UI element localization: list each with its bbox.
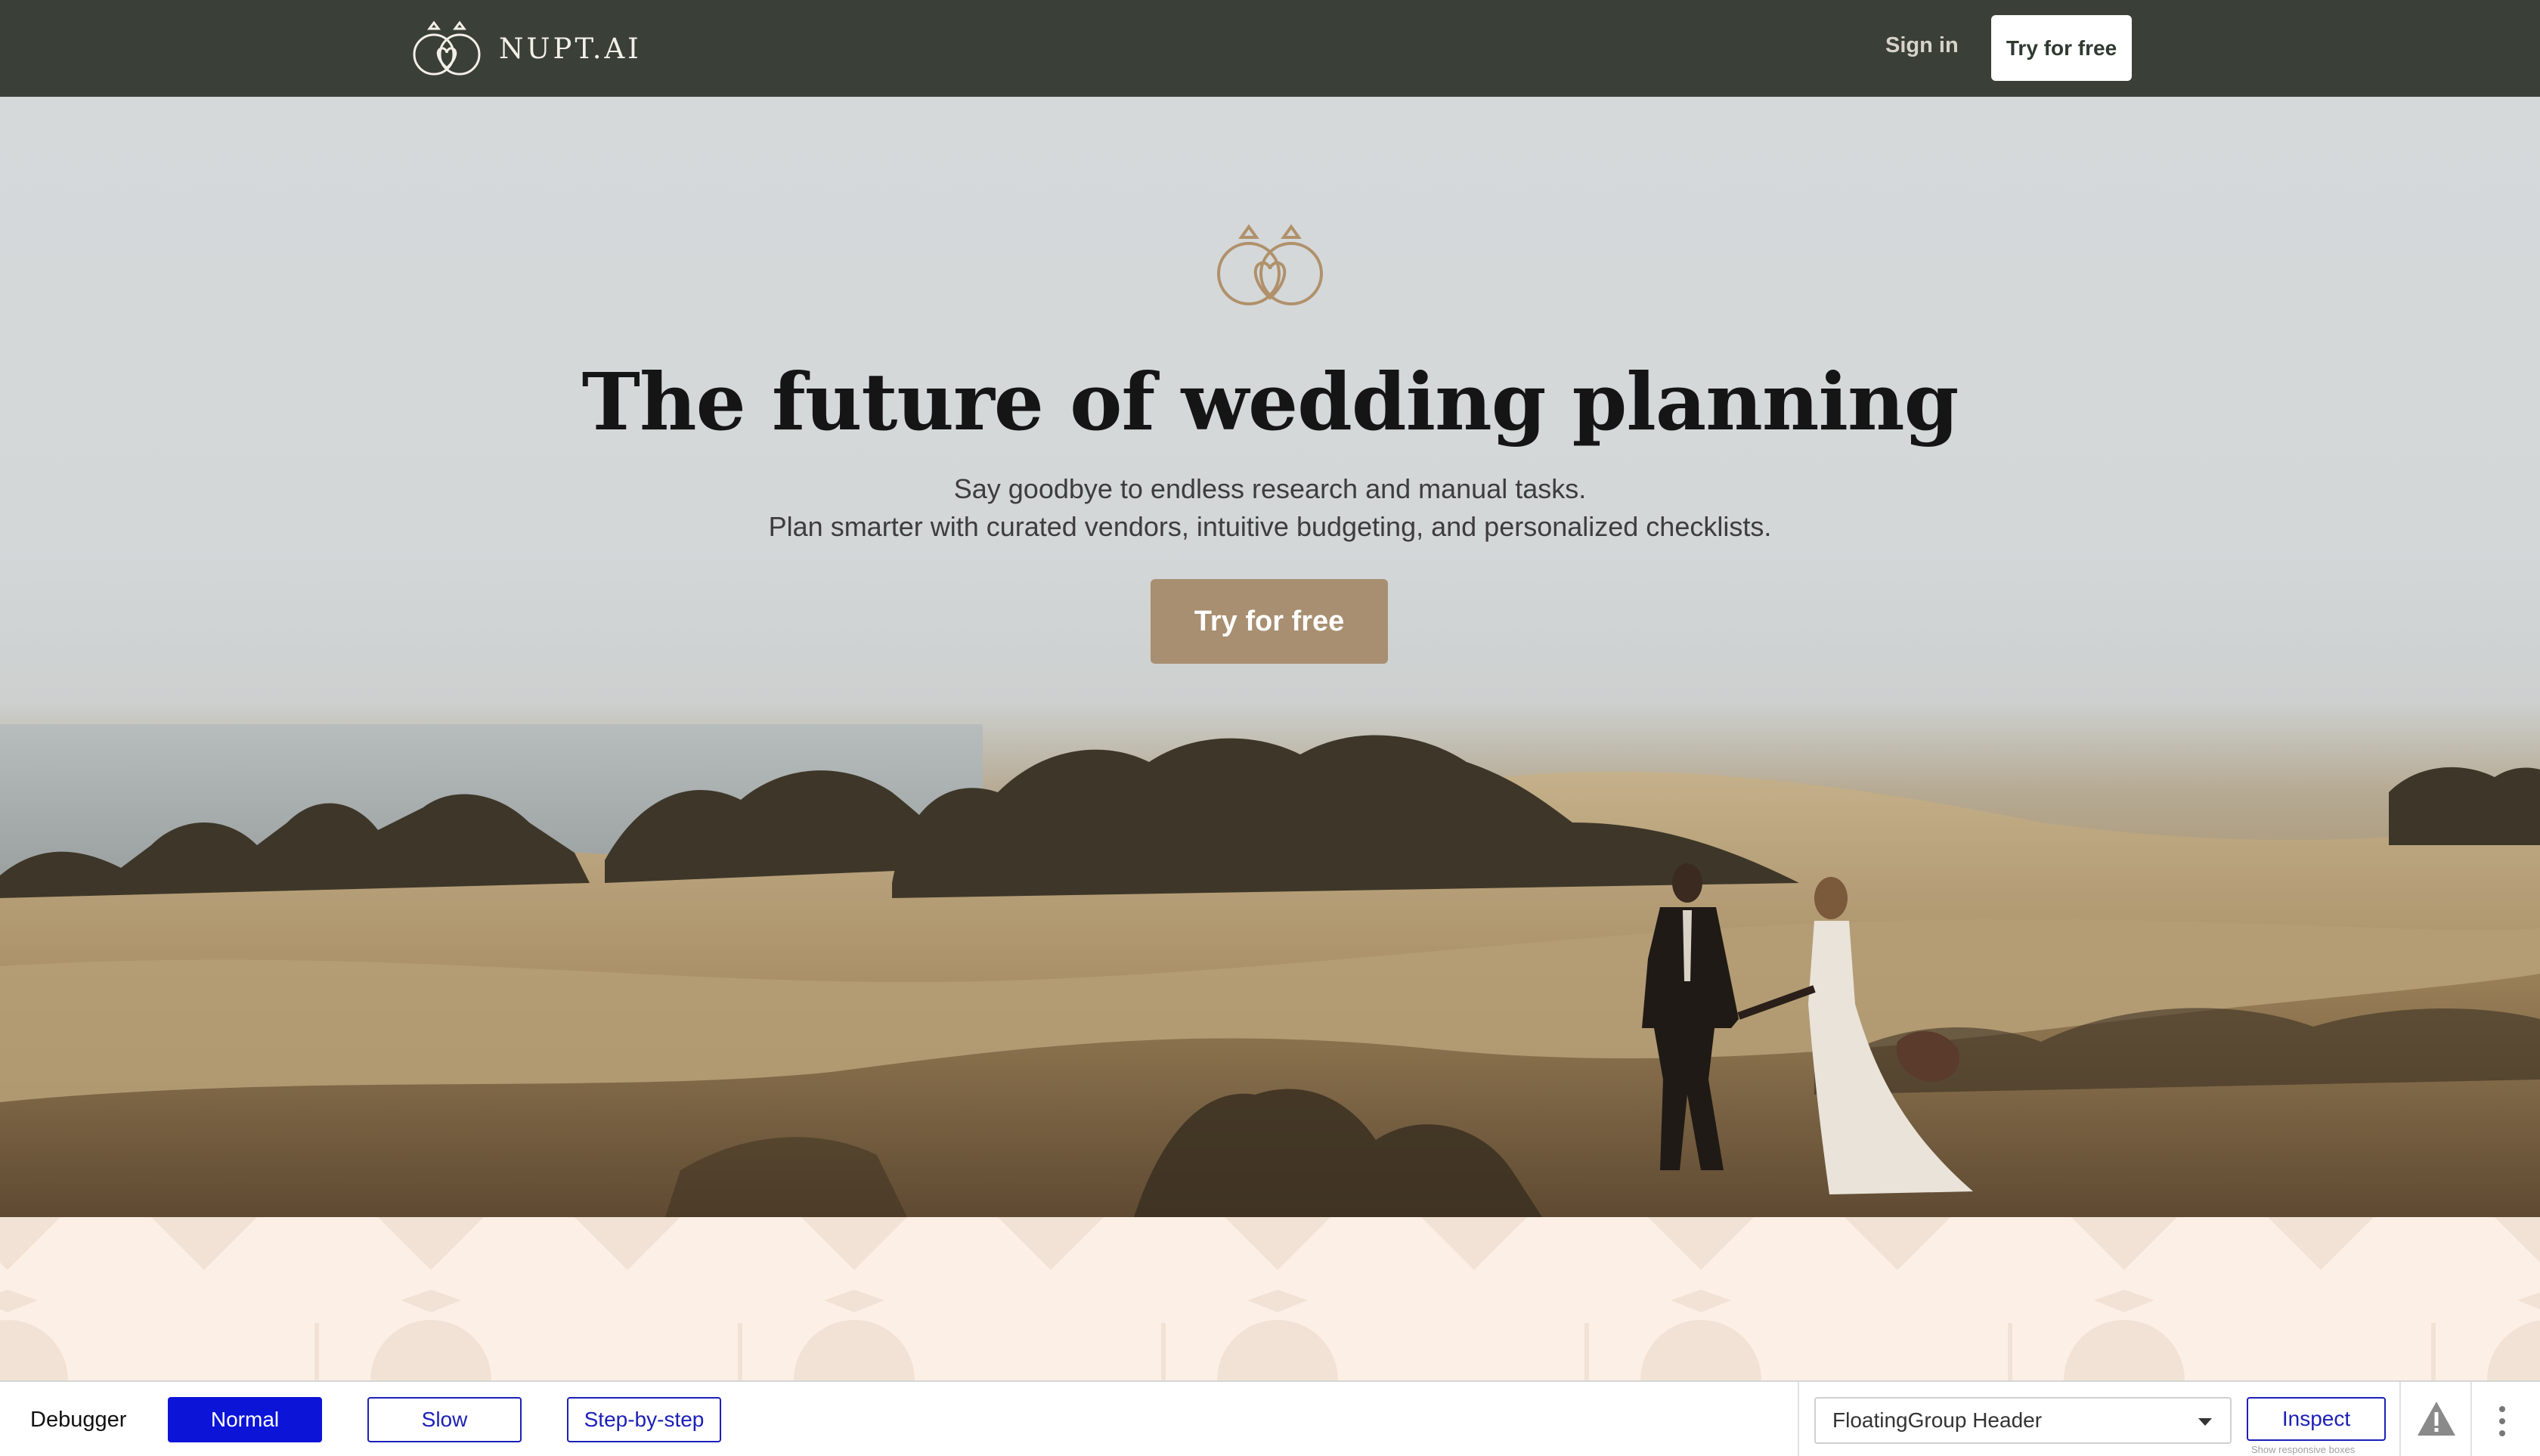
more-vertical-icon[interactable] [2495, 1405, 2510, 1438]
hero-subtitle: Say goodbye to endless research and manu… [0, 470, 2540, 546]
inspect-button[interactable]: Inspect [2247, 1397, 2386, 1441]
debugger-label: Debugger [30, 1408, 127, 1432]
component-select[interactable]: FloatingGroup Header [1814, 1397, 2232, 1444]
ring-pattern-section [0, 1217, 2540, 1380]
hero-subtitle-line-2: Plan smarter with curated vendors, intui… [768, 511, 1772, 542]
hero-section: The future of wedding planning Say goodb… [0, 97, 2540, 1217]
ring-pattern-icon [0, 1217, 2540, 1380]
sign-in-link[interactable]: Sign in [1885, 33, 1959, 58]
mode-step-by-step-button[interactable]: Step-by-step [567, 1397, 721, 1442]
hero-subtitle-line-1: Say goodbye to endless research and manu… [953, 473, 1587, 504]
debugger-toolbar: Debugger Normal Slow Step-by-step Floati… [0, 1380, 2540, 1456]
divider [2470, 1382, 2472, 1456]
divider [1798, 1382, 1799, 1456]
top-nav: NUPT.AI Sign in Try for free [0, 0, 2540, 97]
brand-name: NUPT.AI [499, 32, 642, 65]
try-for-free-button[interactable]: Try for free [1991, 15, 2132, 81]
mode-slow-button[interactable]: Slow [367, 1397, 522, 1442]
hero-title: The future of wedding planning [581, 355, 1959, 448]
rings-heart-icon [1217, 224, 1323, 305]
rings-heart-icon [413, 20, 481, 76]
warning-icon[interactable] [2416, 1400, 2457, 1438]
responsive-boxes-hint: Show responsive boxes [2251, 1444, 2356, 1455]
divider [2399, 1382, 2401, 1456]
chevron-down-icon [2198, 1418, 2212, 1426]
hero-try-for-free-button[interactable]: Try for free [1151, 579, 1388, 664]
component-select-value: FloatingGroup Header [1832, 1408, 2043, 1432]
brand-logo[interactable]: NUPT.AI [410, 20, 642, 77]
mode-normal-button[interactable]: Normal [168, 1397, 322, 1442]
